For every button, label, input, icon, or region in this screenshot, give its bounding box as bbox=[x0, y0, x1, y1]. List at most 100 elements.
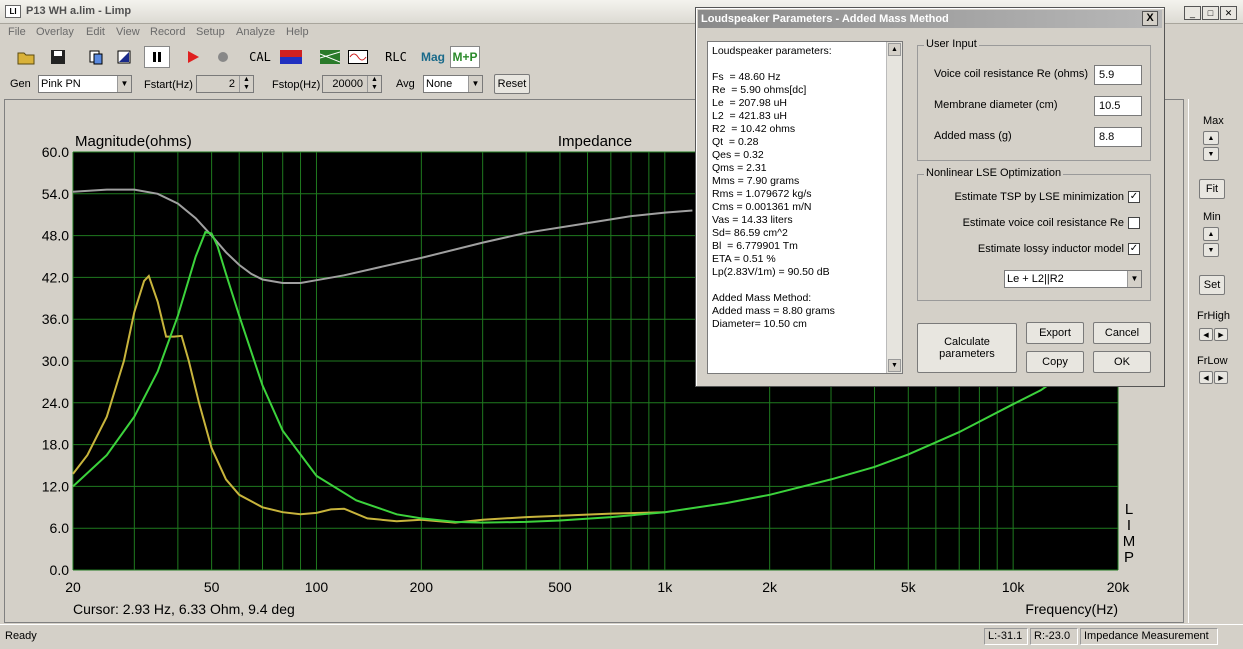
parameter-line: R2 = 10.42 ohms bbox=[712, 123, 796, 135]
parameter-line: Bl = 6.779901 Tm bbox=[712, 240, 798, 252]
parameter-line: L2 = 421.83 uH bbox=[712, 110, 788, 122]
dialog-title-bar: Loudspeaker Parameters - Added Mass Meth… bbox=[698, 10, 1162, 28]
frlow-label: FrLow bbox=[1197, 355, 1228, 367]
scroll-down-icon[interactable]: ▼ bbox=[888, 359, 901, 372]
x-tick-label: 20k bbox=[1107, 579, 1131, 595]
model-select-value: Le + L2||R2 bbox=[1007, 273, 1064, 285]
parameter-line: Fs = 48.60 Hz bbox=[712, 71, 781, 83]
status-mode: Impedance Measurement bbox=[1080, 628, 1218, 645]
x-tick-label: 2k bbox=[762, 579, 778, 595]
export-button[interactable]: Export bbox=[1026, 322, 1084, 344]
opt-re-label: Estimate voice coil resistance Re bbox=[962, 217, 1124, 229]
y-tick-label: 36.0 bbox=[42, 311, 69, 327]
min-down-button[interactable]: ▼ bbox=[1203, 243, 1219, 257]
opt-re-checkbox[interactable] bbox=[1128, 217, 1140, 229]
parameters-scrollbar[interactable]: ▲ ▼ bbox=[886, 42, 902, 373]
parameters-text: Loudspeaker parameters: Fs = 48.60 Hz Re … bbox=[712, 45, 835, 331]
nonlinear-title: Nonlinear LSE Optimization bbox=[924, 167, 1064, 179]
ok-button[interactable]: OK bbox=[1093, 351, 1151, 373]
frhigh-label: FrHigh bbox=[1197, 310, 1231, 322]
opt-tsp-label: Estimate TSP by LSE minimization bbox=[954, 191, 1124, 203]
y-tick-label: 60.0 bbox=[42, 144, 69, 160]
y-tick-label: 24.0 bbox=[42, 395, 69, 411]
cursor-readout: Cursor: 2.93 Hz, 6.33 Ohm, 9.4 deg bbox=[73, 601, 295, 617]
x-tick-label: 500 bbox=[548, 579, 572, 595]
user-input-group: User Input Voice coil resistance Re (ohm… bbox=[917, 38, 1151, 161]
x-tick-label: 10k bbox=[1002, 579, 1026, 595]
parameter-line: Mms = 7.90 grams bbox=[712, 175, 800, 187]
min-up-button[interactable]: ▲ bbox=[1203, 227, 1219, 241]
dialog-title: Loudspeaker Parameters - Added Mass Meth… bbox=[701, 13, 949, 25]
max-down-button[interactable]: ▼ bbox=[1203, 147, 1219, 161]
copy-button[interactable]: Copy bbox=[1026, 351, 1084, 373]
side-label-letter: L bbox=[1125, 501, 1133, 518]
y-tick-label: 48.0 bbox=[42, 228, 69, 244]
status-ready: Ready bbox=[5, 630, 37, 642]
y-tick-label: 0.0 bbox=[50, 562, 70, 578]
side-label-letter: M bbox=[1123, 533, 1136, 550]
y-tick-label: 30.0 bbox=[42, 353, 69, 369]
x-tick-label: 200 bbox=[410, 579, 434, 595]
side-label-letter: P bbox=[1124, 549, 1134, 566]
opt-inductor-checkbox[interactable]: ✓ bbox=[1128, 243, 1140, 255]
y-tick-label: 42.0 bbox=[42, 269, 69, 285]
frlow-right-button[interactable]: ▶ bbox=[1214, 371, 1228, 384]
y-tick-label: 18.0 bbox=[42, 437, 69, 453]
parameter-line bbox=[712, 58, 835, 71]
re-label: Voice coil resistance Re (ohms) bbox=[934, 68, 1089, 80]
user-input-title: User Input bbox=[924, 38, 979, 50]
max-up-button[interactable]: ▲ bbox=[1203, 131, 1219, 145]
chevron-down-icon: ▼ bbox=[1127, 271, 1141, 287]
scroll-up-icon[interactable]: ▲ bbox=[888, 43, 901, 56]
parameter-line bbox=[712, 279, 835, 292]
parameter-line: Cms = 0.001361 m/N bbox=[712, 201, 812, 213]
min-label: Min bbox=[1203, 211, 1221, 223]
parameter-line: ETA = 0.51 % bbox=[712, 253, 776, 265]
status-r-value: R:-23.0 bbox=[1030, 628, 1078, 645]
parameter-line: Le = 207.98 uH bbox=[712, 97, 788, 109]
y-tick-label: 12.0 bbox=[42, 478, 69, 494]
parameter-line: Qes = 0.32 bbox=[712, 149, 764, 161]
x-tick-label: 5k bbox=[901, 579, 917, 595]
x-tick-label: 20 bbox=[65, 579, 81, 595]
x-axis-label: Frequency(Hz) bbox=[1025, 601, 1118, 617]
parameter-line: Added mass = 8.80 grams bbox=[712, 305, 835, 317]
frhigh-right-button[interactable]: ▶ bbox=[1214, 328, 1228, 341]
parameter-line: Lp(2.83V/1m) = 90.50 dB bbox=[712, 266, 830, 278]
dialog-close-button[interactable]: X bbox=[1142, 11, 1158, 26]
loudspeaker-parameters-dialog: Loudspeaker Parameters - Added Mass Meth… bbox=[695, 7, 1165, 387]
parameter-line: Added Mass Method: bbox=[712, 292, 812, 304]
set-button[interactable]: Set bbox=[1199, 275, 1225, 295]
y-tick-label: 54.0 bbox=[42, 186, 69, 202]
diameter-field[interactable]: 10.5 bbox=[1094, 96, 1142, 116]
y-tick-label: 6.0 bbox=[50, 520, 70, 536]
cancel-button[interactable]: Cancel bbox=[1093, 322, 1151, 344]
parameter-line: Qt = 0.28 bbox=[712, 136, 759, 148]
opt-tsp-checkbox[interactable]: ✓ bbox=[1128, 191, 1140, 203]
calculate-parameters-button[interactable]: Calculate parameters bbox=[917, 323, 1017, 373]
parameter-line: Loudspeaker parameters: bbox=[712, 45, 832, 57]
status-bar: Ready L:-31.1 R:-23.0 Impedance Measurem… bbox=[0, 624, 1243, 649]
added-mass-field[interactable]: 8.8 bbox=[1094, 127, 1142, 147]
max-label: Max bbox=[1203, 115, 1224, 127]
x-tick-label: 1k bbox=[657, 579, 673, 595]
diameter-label: Membrane diameter (cm) bbox=[934, 99, 1058, 111]
parameter-line: Re = 5.90 ohms[dc] bbox=[712, 84, 807, 96]
fit-button[interactable]: Fit bbox=[1199, 179, 1225, 199]
scale-panel: Max ▲ ▼ Fit Min ▲ ▼ Set FrHigh ◀ ▶ FrLow… bbox=[1188, 99, 1238, 623]
added-mass-label: Added mass (g) bbox=[934, 130, 1012, 142]
x-tick-label: 50 bbox=[204, 579, 220, 595]
chart-title: Impedance bbox=[558, 133, 632, 150]
re-field[interactable]: 5.9 bbox=[1094, 65, 1142, 85]
x-tick-label: 100 bbox=[305, 579, 329, 595]
parameters-text-area[interactable]: Loudspeaker parameters: Fs = 48.60 Hz Re … bbox=[707, 41, 903, 374]
frhigh-left-button[interactable]: ◀ bbox=[1199, 328, 1213, 341]
parameter-line: Diameter= 10.50 cm bbox=[712, 318, 807, 330]
parameter-line: Rms = 1.079672 kg/s bbox=[712, 188, 812, 200]
y-axis-label: Magnitude(ohms) bbox=[75, 133, 192, 150]
side-label-letter: I bbox=[1127, 517, 1131, 534]
nonlinear-group: Nonlinear LSE Optimization Estimate TSP … bbox=[917, 167, 1151, 301]
parameter-line: Sd= 86.59 cm^2 bbox=[712, 227, 788, 239]
model-select[interactable]: Le + L2||R2 ▼ bbox=[1004, 270, 1142, 288]
frlow-left-button[interactable]: ◀ bbox=[1199, 371, 1213, 384]
